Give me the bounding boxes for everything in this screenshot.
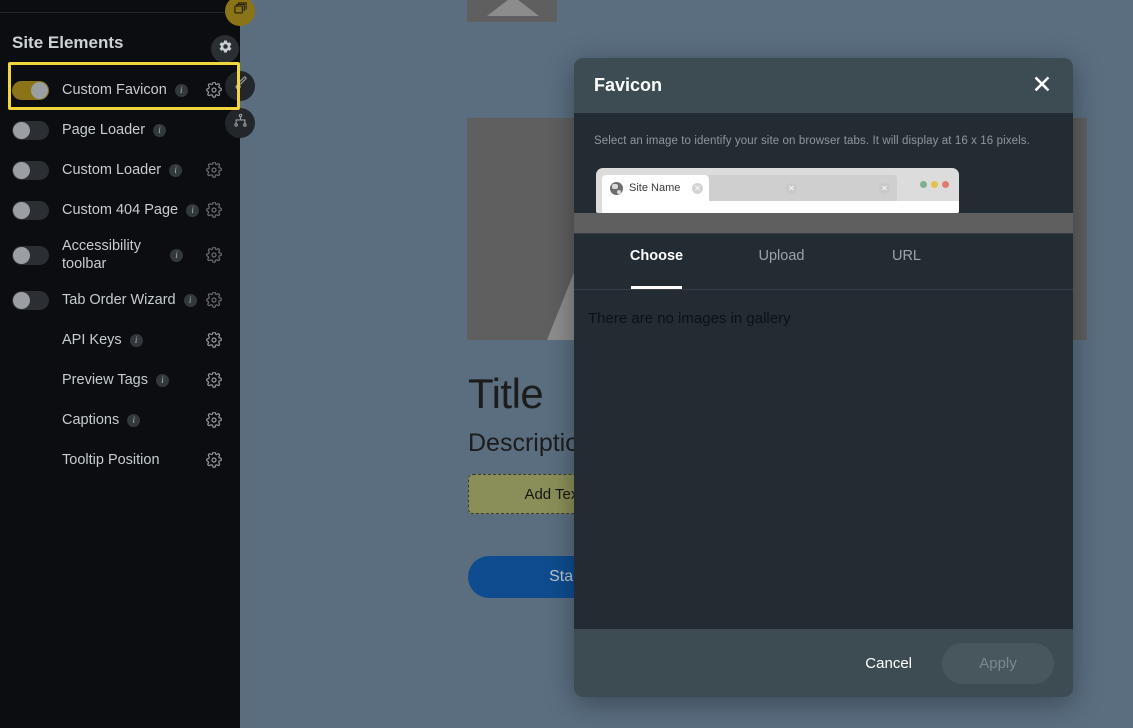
modal-tab-bar: Choose Upload URL [574, 233, 1073, 290]
gear-icon[interactable] [206, 412, 222, 428]
modal-gallery-body: There are no images in gallery [574, 290, 1073, 629]
gear-icon[interactable] [206, 332, 222, 348]
tab-choose[interactable]: Choose [594, 248, 719, 289]
sidebar-divider [0, 12, 240, 13]
window-dot-yellow [931, 181, 938, 188]
sidebar-item-label: Custom Favicon [62, 81, 167, 98]
browser-tab-name: Site Name [629, 182, 681, 194]
app-root: Title Description Add Text / M Start Sit… [0, 0, 1133, 728]
toggle-page-loader[interactable] [12, 120, 49, 140]
modal-header: Favicon ✕ [574, 58, 1073, 113]
gear-icon[interactable] [206, 247, 222, 263]
gear-icon[interactable] [206, 292, 222, 308]
sidebar-item-preview-tags[interactable]: Preview Tags i [0, 360, 240, 400]
sidebar-item-label: Preview Tags [62, 371, 148, 388]
info-icon[interactable]: i [186, 203, 200, 217]
toggle-accessibility-toolbar[interactable] [12, 245, 49, 265]
modal-title: Favicon [594, 75, 663, 95]
close-icon: ✕ [786, 182, 797, 194]
sitemap-icon [233, 113, 248, 133]
sidebar-item-tab-order-wizard[interactable]: Tab Order Wizard i [0, 280, 240, 320]
site-elements-sidebar: Site Elements Custom Favicon i Page Load… [0, 0, 240, 728]
window-controls [920, 181, 949, 188]
window-dot-red [942, 181, 949, 188]
info-icon[interactable]: i [127, 413, 141, 427]
toggle-knob [31, 81, 48, 99]
info-icon[interactable]: i [169, 163, 183, 177]
sidebar-item-label: Tab Order Wizard [62, 291, 176, 308]
globe-icon [610, 181, 623, 195]
browser-tab-active: Site Name ✕ [602, 175, 709, 201]
image-placeholder-small [467, 0, 557, 22]
sidebar-item-custom-favicon[interactable]: Custom Favicon i [0, 70, 240, 110]
sitemap-button[interactable] [225, 108, 255, 138]
toggle-custom-loader[interactable] [12, 160, 49, 180]
sidebar-settings-button[interactable] [211, 35, 239, 63]
window-dot-green [920, 181, 927, 188]
sidebar-item-accessibility-toolbar[interactable]: Accessibility toolbar i [0, 230, 240, 280]
modal-instructions: Select an image to identify your site on… [594, 135, 1030, 147]
browser-content-area [602, 201, 959, 213]
sidebar-item-captions[interactable]: Captions i [0, 400, 240, 440]
info-icon[interactable]: i [155, 373, 169, 387]
gear-icon[interactable] [206, 202, 222, 218]
browser-tab-inactive: ✕ [799, 175, 897, 201]
sidebar-item-api-keys[interactable]: API Keys i [0, 320, 240, 360]
layers-icon [233, 1, 248, 21]
modal-footer: Cancel Apply [574, 629, 1073, 697]
gear-icon[interactable] [206, 372, 222, 388]
brush-icon [233, 76, 248, 96]
gear-icon[interactable] [206, 162, 222, 178]
close-icon[interactable]: ✕ [1029, 73, 1055, 99]
apply-button[interactable]: Apply [942, 642, 1054, 684]
sidebar-item-label: Tooltip Position [62, 451, 160, 468]
info-icon[interactable]: i [174, 83, 188, 97]
sidebar-item-tooltip-position[interactable]: Tooltip Position [0, 440, 240, 480]
info-icon[interactable]: i [170, 248, 183, 262]
gear-icon [218, 39, 233, 59]
favicon-modal: Favicon ✕ Select an image to identify yo… [574, 58, 1073, 697]
page-title-site-elements: Site Elements [12, 33, 124, 52]
sidebar-item-custom-404-page[interactable]: Custom 404 Page i [0, 190, 240, 230]
image-icon [487, 0, 539, 16]
sidebar-item-page-loader[interactable]: Page Loader i [0, 110, 240, 150]
toggle-knob [13, 201, 30, 219]
site-elements-list: Custom Favicon i Page Loader i Custom Lo… [0, 70, 240, 480]
sidebar-item-label: Custom 404 Page [62, 201, 179, 218]
page-title: Title [468, 370, 544, 417]
cancel-button[interactable]: Cancel [851, 647, 926, 680]
sidebar-item-label: Accessibility toolbar [62, 237, 141, 272]
gear-icon[interactable] [206, 82, 222, 98]
info-icon[interactable]: i [129, 333, 143, 347]
toggle-custom-favicon[interactable] [12, 80, 49, 100]
toggle-knob [13, 121, 30, 139]
close-icon: ✕ [879, 182, 890, 194]
toggle-tab-order-wizard[interactable] [12, 290, 49, 310]
info-icon[interactable]: i [183, 293, 197, 307]
modal-intro: Select an image to identify your site on… [574, 113, 1073, 213]
empty-gallery-message: There are no images in gallery [588, 310, 791, 327]
sidebar-item-custom-loader[interactable]: Custom Loader i [0, 150, 240, 190]
gear-icon[interactable] [206, 452, 222, 468]
close-icon: ✕ [692, 182, 703, 194]
tab-upload[interactable]: Upload [719, 248, 844, 289]
browser-tab-inactive: ✕ [706, 175, 804, 201]
toggle-knob [13, 246, 30, 264]
browser-preview: Site Name ✕ ✕ ✕ [596, 168, 959, 213]
toggle-custom-404-page[interactable] [12, 200, 49, 220]
brush-button[interactable] [225, 71, 255, 101]
sidebar-item-label: Page Loader [62, 121, 146, 138]
tab-url[interactable]: URL [844, 248, 969, 289]
toggle-knob [13, 291, 30, 309]
sidebar-item-label: Captions [62, 411, 120, 428]
toggle-knob [13, 161, 30, 179]
info-icon[interactable]: i [153, 123, 167, 137]
sidebar-item-label: API Keys [62, 331, 122, 348]
sidebar-item-label: Custom Loader [62, 161, 162, 178]
